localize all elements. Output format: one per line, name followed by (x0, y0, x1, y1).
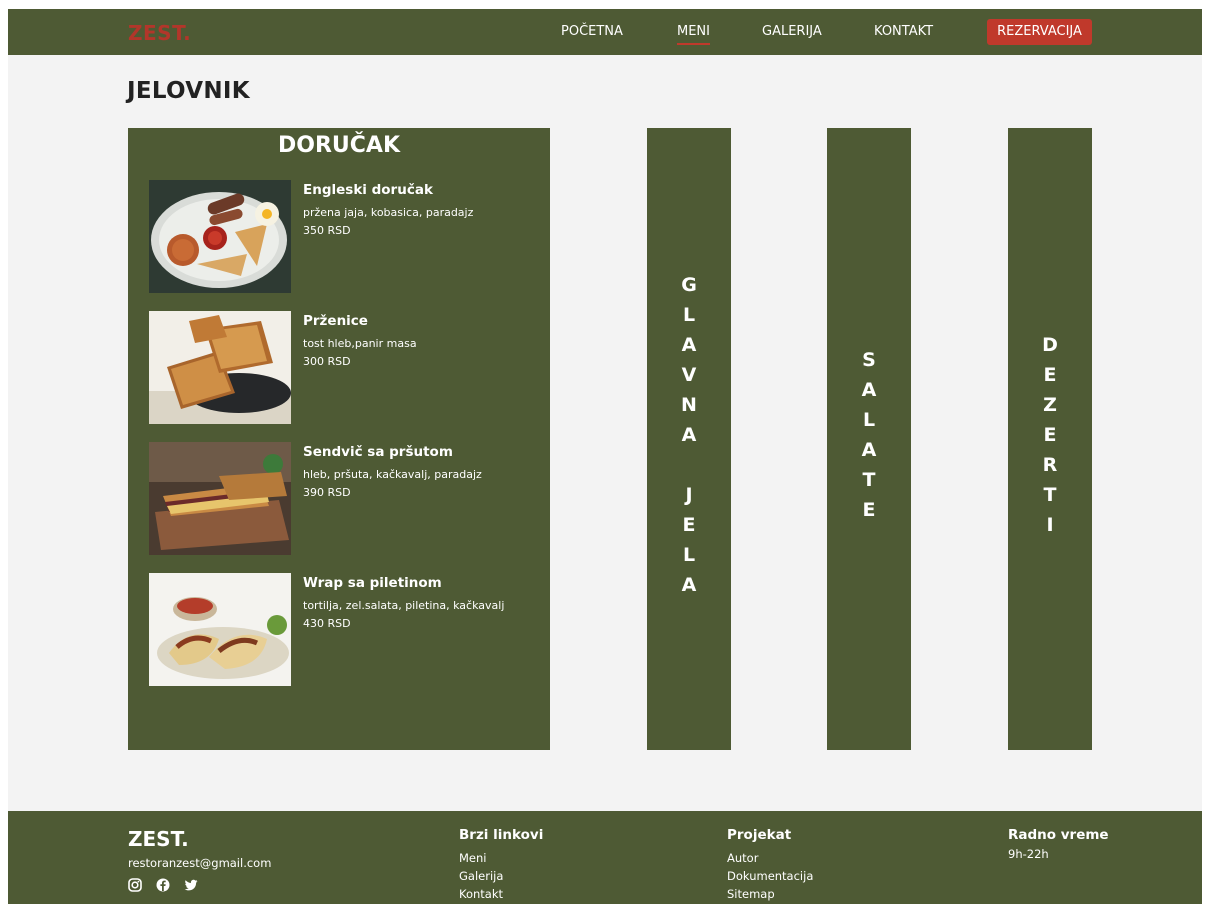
page: ZEST. POČETNA MENI GALERIJA KONTAKT REZE… (8, 9, 1202, 904)
breakfast-title: DORUČAK (278, 133, 400, 158)
item-description: tortilja, zel.salata, piletina, kačkaval… (303, 599, 505, 612)
category-desserts[interactable]: DEZERTI (1008, 128, 1092, 750)
item-description: hleb, pršuta, kačkavalj, paradajz (303, 468, 482, 481)
footer-link-dokumentacija[interactable]: Dokumentacija (727, 869, 813, 883)
item-name: Wrap sa piletinom (303, 575, 442, 591)
english-breakfast-image (149, 180, 291, 293)
item-price: 430 RSD (303, 617, 351, 630)
footer-link-kontakt[interactable]: Kontakt (459, 887, 503, 901)
footer: ZEST. restoranzest@gmail.com Brzi linkov… (8, 811, 1202, 904)
footer-logo: ZEST. (128, 827, 189, 851)
footer-email[interactable]: restoranzest@gmail.com (128, 856, 271, 870)
page-title: JELOVNIK (127, 78, 250, 104)
nav-link-kontakt[interactable]: KONTAKT (874, 24, 933, 39)
item-name: Prženice (303, 313, 368, 329)
hours-heading: Radno vreme (1008, 827, 1109, 843)
footer-link-sitemap[interactable]: Sitemap (727, 887, 775, 901)
item-price: 300 RSD (303, 355, 351, 368)
menu-item: Prženice tost hleb,panir masa 300 RSD (149, 311, 539, 424)
chicken-wrap-image (149, 573, 291, 686)
footer-link-autor[interactable]: Autor (727, 851, 758, 865)
instagram-icon[interactable] (128, 878, 142, 892)
menu-item: Wrap sa piletinom tortilja, zel.salata, … (149, 573, 539, 686)
category-label: GLAVNA JELA (678, 274, 700, 604)
footer-link-galerija[interactable]: Galerija (459, 869, 503, 883)
twitter-icon[interactable] (184, 878, 198, 892)
french-toast-image (149, 311, 291, 424)
prosciutto-sandwich-image (149, 442, 291, 555)
navbar: ZEST. POČETNA MENI GALERIJA KONTAKT REZE… (8, 9, 1202, 55)
nav-link-pocetna[interactable]: POČETNA (561, 24, 623, 39)
item-price: 350 RSD (303, 224, 351, 237)
item-description: pržena jaja, kobasica, paradajz (303, 206, 474, 219)
item-description: tost hleb,panir masa (303, 337, 417, 350)
category-main-dishes[interactable]: GLAVNA JELA (647, 128, 731, 750)
item-price: 390 RSD (303, 486, 351, 499)
category-label: DEZERTI (1039, 334, 1061, 544)
nav-link-galerija[interactable]: GALERIJA (762, 24, 822, 39)
nav-link-meni[interactable]: MENI (677, 24, 710, 45)
footer-link-meni[interactable]: Meni (459, 851, 486, 865)
project-heading: Projekat (727, 827, 792, 843)
facebook-icon[interactable] (156, 878, 170, 892)
hours-value: 9h-22h (1008, 847, 1049, 861)
category-label: SALATE (858, 349, 880, 529)
item-name: Sendvič sa pršutom (303, 444, 453, 460)
reservation-button[interactable]: REZERVACIJA (987, 19, 1092, 45)
item-name: Engleski doručak (303, 182, 433, 198)
category-salads[interactable]: SALATE (827, 128, 911, 750)
breakfast-panel: DORUČAK Engleski doručak pržena jaja, ko… (128, 128, 550, 750)
menu-item: Engleski doručak pržena jaja, kobasica, … (149, 180, 539, 293)
menu-item: Sendvič sa pršutom hleb, pršuta, kačkava… (149, 442, 539, 555)
logo[interactable]: ZEST. (128, 21, 191, 45)
quick-links-heading: Brzi linkovi (459, 827, 544, 843)
